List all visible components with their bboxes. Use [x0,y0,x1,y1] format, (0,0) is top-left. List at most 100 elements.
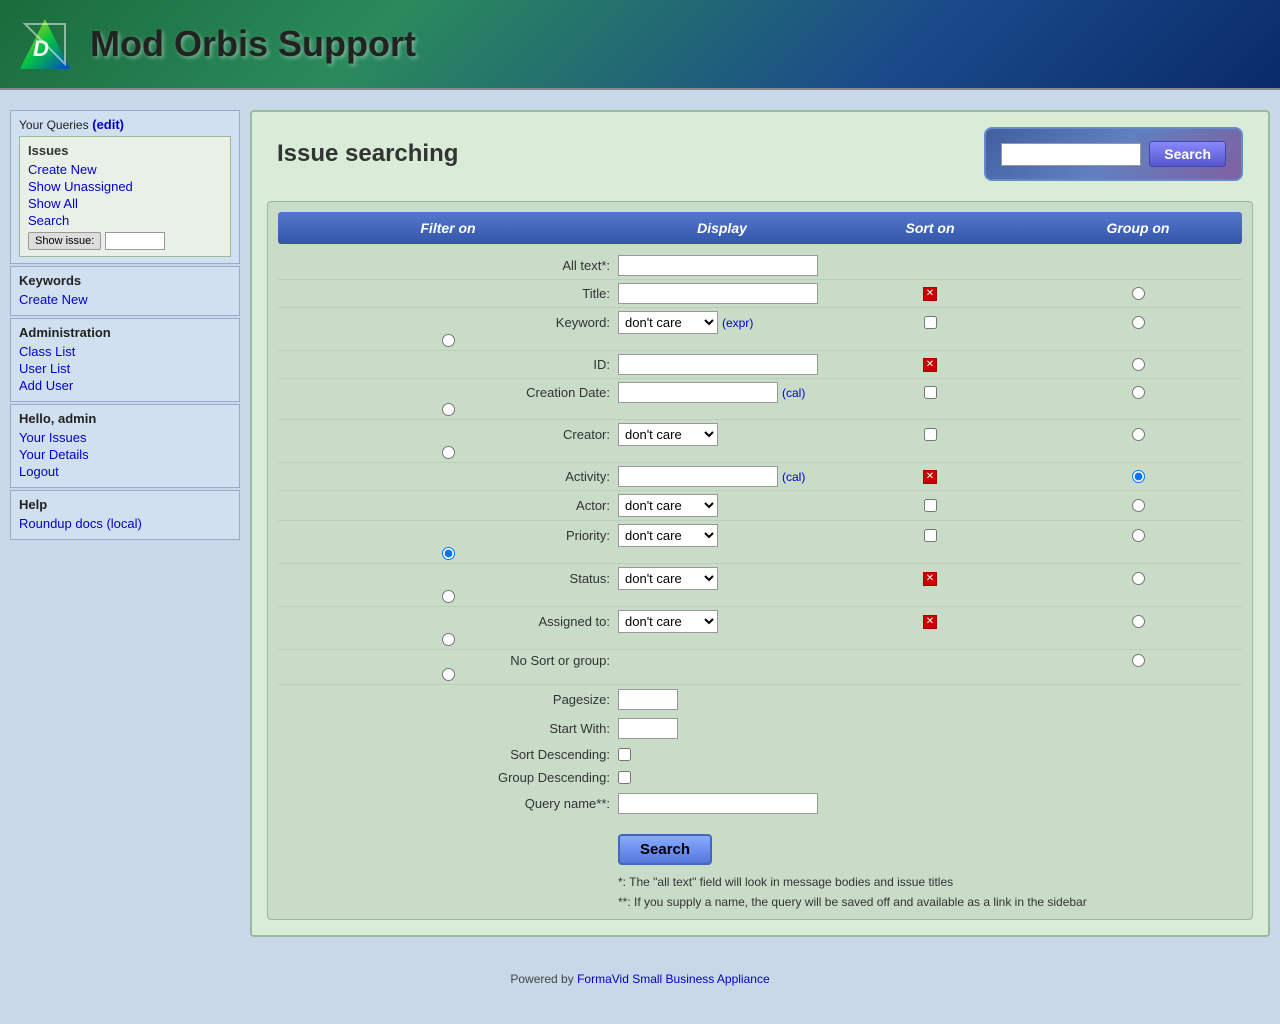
status-group-radio[interactable] [442,590,455,603]
note1: *: The "all text" field will look in mes… [618,875,1242,889]
main-panel: Issue searching Search Filter on Display… [250,110,1270,937]
actor-display-checkbox[interactable] [924,499,937,512]
search-issues-link[interactable]: Search [28,213,222,228]
group-descending-row: Group Descending: [278,766,1242,789]
header-search-input[interactable] [1001,143,1141,166]
roundup-docs-link[interactable]: Roundup docs (local) [19,516,231,531]
creation-date-display-checkbox[interactable] [924,386,937,399]
status-select[interactable]: don't care [618,567,718,590]
activity-input[interactable] [618,466,778,487]
display-col-header: Display [618,220,826,236]
no-sort-label: No Sort or group: [278,653,618,668]
class-list-link[interactable]: Class List [19,344,231,359]
actor-select[interactable]: don't care [618,494,718,517]
actor-sort-radio[interactable] [1132,499,1145,512]
keyword-group-radio[interactable] [442,334,455,347]
keyword-row: Keyword: don't care (expr) [278,308,1242,351]
search-button[interactable]: Search [618,834,712,865]
header-search-button[interactable]: Search [1149,141,1226,167]
powered-by-text: Powered by [510,972,573,986]
start-with-input[interactable]: 0 [618,718,678,739]
show-issue-row: Show issue: [28,232,222,250]
edit-queries-link[interactable]: (edit) [92,117,124,132]
add-user-link[interactable]: Add User [19,378,231,393]
creation-date-sort-radio[interactable] [1132,386,1145,399]
your-details-link[interactable]: Your Details [19,447,231,462]
footer-link[interactable]: FormaVid Small Business Appliance [577,972,770,986]
header: D Mod Orbis Support [0,0,1280,90]
filter-header-row: Filter on Display Sort on Group on [278,212,1242,244]
create-new-keyword-link[interactable]: Create New [19,292,231,307]
footer: Powered by FormaVid Small Business Appli… [0,957,1280,1001]
status-display-x[interactable]: ✕ [923,572,937,586]
your-issues-link[interactable]: Your Issues [19,430,231,445]
creator-sort-radio[interactable] [1132,428,1145,441]
start-with-row: Start With: 0 [278,714,1242,743]
keyword-expr-link[interactable]: (expr) [722,316,753,330]
user-list-link[interactable]: User List [19,361,231,376]
creator-display-checkbox[interactable] [924,428,937,441]
priority-display-checkbox[interactable] [924,529,937,542]
header-search-area: Search [984,127,1243,181]
keywords-section: Keywords Create New [10,266,240,316]
assigned-to-label: Assigned to: [278,614,618,629]
note2: **: If you supply a name, the query will… [618,895,1242,909]
id-display-x[interactable]: ✕ [923,358,937,372]
issues-section-title: Issues [28,143,222,158]
creation-date-input[interactable] [618,382,778,403]
priority-group-radio[interactable] [442,547,455,560]
keyword-sort-radio[interactable] [1132,316,1145,329]
filter-col-header: Filter on [278,220,618,236]
search-button-row: Search [278,818,1242,869]
priority-select[interactable]: don't care [618,524,718,547]
sort-descending-checkbox[interactable] [618,748,631,761]
filter-table-wrapper: Filter on Display Sort on Group on All t… [267,201,1253,920]
priority-sort-radio[interactable] [1132,529,1145,542]
group-descending-checkbox[interactable] [618,771,631,784]
sort-descending-label: Sort Descending: [298,747,618,762]
show-unassigned-link[interactable]: Show Unassigned [28,179,222,194]
content-area: Your Queries (edit) Issues Create New Sh… [0,90,1280,957]
activity-cal-link[interactable]: (cal) [782,470,805,484]
administration-section: Administration Class List User List Add … [10,318,240,402]
logout-link[interactable]: Logout [19,464,231,479]
creation-date-cal-link[interactable]: (cal) [782,386,805,400]
id-sort-radio[interactable] [1132,358,1145,371]
no-group-radio[interactable] [442,668,455,681]
activity-sort-radio[interactable] [1132,470,1145,483]
group-descending-label: Group Descending: [298,770,618,785]
assigned-to-sort-radio[interactable] [1132,615,1145,628]
id-input[interactable] [618,354,818,375]
show-issue-input[interactable] [105,232,165,250]
no-sort-radio[interactable] [1132,654,1145,667]
status-sort-radio[interactable] [1132,572,1145,585]
creator-label: Creator: [278,427,618,442]
group-col-header: Group on [1034,220,1242,236]
query-name-input[interactable] [618,793,818,814]
title-display-x[interactable]: ✕ [923,287,937,301]
creation-date-group-radio[interactable] [442,403,455,416]
all-text-input[interactable] [618,255,818,276]
assigned-to-display-x[interactable]: ✕ [923,615,937,629]
your-queries-section: Your Queries (edit) Issues Create New Sh… [10,110,240,264]
keyword-select[interactable]: don't care [618,311,718,334]
creator-group-radio[interactable] [442,446,455,459]
id-label: ID: [278,357,618,372]
creator-select[interactable]: don't care [618,423,718,446]
assigned-to-group-radio[interactable] [442,633,455,646]
title-sort-radio[interactable] [1132,287,1145,300]
keyword-label: Keyword: [278,315,618,330]
assigned-to-select[interactable]: don't care [618,610,718,633]
pagesize-input[interactable]: 50 [618,689,678,710]
show-all-link[interactable]: Show All [28,196,222,211]
show-issue-button[interactable]: Show issue: [28,232,101,250]
actor-label: Actor: [278,498,618,513]
title-input[interactable] [618,283,818,304]
activity-display-x[interactable]: ✕ [923,470,937,484]
keyword-display-checkbox[interactable] [924,316,937,329]
create-new-issue-link[interactable]: Create New [28,162,222,177]
page-title-area: Issue searching Search [267,127,1253,181]
creation-date-row: Creation Date: (cal) [278,379,1242,420]
start-with-label: Start With: [298,721,618,736]
title-row: Title: ✕ [278,280,1242,308]
